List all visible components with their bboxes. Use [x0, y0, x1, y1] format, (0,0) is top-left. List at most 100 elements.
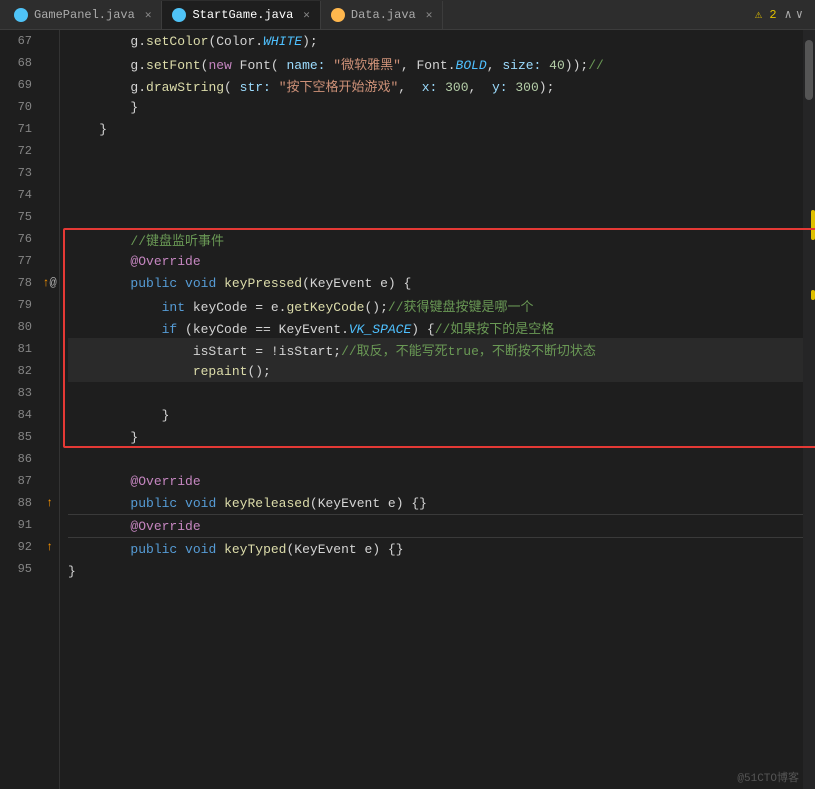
- gutter-row: 86: [0, 448, 59, 470]
- line-number: 85: [0, 430, 40, 444]
- code-line: g.setColor(Color.WHITE);: [68, 30, 803, 52]
- code-text: }: [130, 430, 138, 445]
- line-number: 81: [0, 342, 40, 356]
- gutter-row: 88 ↑: [0, 492, 59, 514]
- indent: [68, 56, 130, 71]
- line-number: 88: [0, 496, 40, 510]
- code-line: @Override: [68, 515, 803, 537]
- gutter-row: 74: [0, 184, 59, 206]
- code-text: @Override: [130, 254, 200, 269]
- nav-down-arrow[interactable]: ∨: [796, 7, 803, 22]
- code-line: g.drawString( str: "按下空格开始游戏", x: 300, y…: [68, 74, 803, 96]
- line-number: 76: [0, 232, 40, 246]
- gutter-row: 83: [0, 382, 59, 404]
- line-number: 70: [0, 100, 40, 114]
- indent: [68, 78, 130, 93]
- line-number: 82: [0, 364, 40, 378]
- code-text: public void keyPressed(KeyEvent e) {: [130, 276, 411, 291]
- indent: [68, 542, 130, 557]
- code-text: @Override: [130, 474, 200, 489]
- line-number: 68: [0, 56, 40, 70]
- gutter-row: 80: [0, 316, 59, 338]
- gutter-row: 78↑@: [0, 272, 59, 294]
- line-number: 87: [0, 474, 40, 488]
- code-text: }: [130, 100, 138, 115]
- line-number: 95: [0, 562, 40, 576]
- code-line: int keyCode = e.getKeyCode();//获得键盘按键是哪一…: [68, 294, 803, 316]
- code-line: }: [68, 118, 803, 140]
- code-text: @Override: [130, 519, 200, 534]
- code-line: public void keyTyped(KeyEvent e) {}: [68, 538, 803, 560]
- gutter-row: 68: [0, 52, 59, 74]
- indent: [68, 122, 99, 137]
- line-number: 77: [0, 254, 40, 268]
- nav-up-arrow[interactable]: ∧: [785, 7, 792, 22]
- tab-close-gamepanel[interactable]: ✕: [145, 8, 152, 22]
- tab-close-startgame[interactable]: ✕: [303, 8, 310, 22]
- gutter-row: 87: [0, 470, 59, 492]
- tab-data[interactable]: Data.java ✕: [321, 1, 443, 29]
- code-text: repaint();: [193, 364, 271, 379]
- code-line: [68, 382, 803, 404]
- gutter-row: 70: [0, 96, 59, 118]
- gutter-row: 95: [0, 558, 59, 580]
- code-text: if (keyCode == KeyEvent.VK_SPACE) {//如果按…: [162, 318, 555, 337]
- indent: [68, 474, 130, 489]
- code-text: }: [68, 564, 76, 579]
- line-number: 80: [0, 320, 40, 334]
- gutter-row: 71: [0, 118, 59, 140]
- code-line: [68, 162, 803, 184]
- code-line: isStart = !isStart;//取反，不能写死true，不断按不断切状…: [68, 338, 803, 360]
- code-content[interactable]: g.setColor(Color.WHITE); g.setFont(new F…: [60, 30, 803, 789]
- indent: [68, 408, 162, 423]
- tab-gamepanel[interactable]: GamePanel.java ✕: [4, 1, 162, 29]
- toolbar-right: ⚠ 2 ∧ ∨: [755, 7, 811, 22]
- nav-arrows[interactable]: ∧ ∨: [785, 7, 803, 22]
- code-text: int keyCode = e.getKeyCode();//获得键盘按键是哪一…: [162, 296, 534, 315]
- gutter-row: 67: [0, 30, 59, 52]
- scrollbar[interactable]: [803, 30, 815, 789]
- tab-startgame[interactable]: StartGame.java ✕: [162, 1, 320, 29]
- tab-icon-startgame: [172, 8, 186, 22]
- code-line: @Override: [68, 250, 803, 272]
- tab-icon-gamepanel: [14, 8, 28, 22]
- code-line: [68, 140, 803, 162]
- watermark: @51CTO博客: [737, 769, 799, 785]
- gutter-row: 75: [0, 206, 59, 228]
- indent: [68, 232, 130, 247]
- code-line: }: [68, 560, 803, 582]
- line-number: 83: [0, 386, 40, 400]
- gutter-icon-area: ↑: [40, 540, 59, 554]
- warning-badge: ⚠ 2: [755, 7, 777, 22]
- code-line: //键盘监听事件: [68, 228, 803, 250]
- gutter-icon-area: ↑: [40, 496, 59, 510]
- line-number: 72: [0, 144, 40, 158]
- indent: [68, 320, 162, 335]
- code-text: }: [99, 122, 107, 137]
- scrollbar-thumb[interactable]: [805, 40, 813, 100]
- tab-close-data[interactable]: ✕: [426, 8, 433, 22]
- code-area: 676869707172737475767778↑@79808182838485…: [0, 30, 815, 789]
- indent: [68, 496, 130, 511]
- tab-label-data: Data.java: [351, 8, 416, 22]
- gutter-row: 84: [0, 404, 59, 426]
- code-line: }: [68, 404, 803, 426]
- code-line: public void keyPressed(KeyEvent e) {: [68, 272, 803, 294]
- indent: [68, 342, 193, 357]
- gutter-row: 91: [0, 514, 59, 536]
- code-line: [68, 448, 803, 470]
- gutter-row: 92↑: [0, 536, 59, 558]
- code-line: }: [68, 426, 803, 448]
- indent: [68, 298, 162, 313]
- code-text: g.drawString( str: "按下空格开始游戏", x: 300, y…: [130, 76, 554, 95]
- code-line: if (keyCode == KeyEvent.VK_SPACE) {//如果按…: [68, 316, 803, 338]
- tab-label-gamepanel: GamePanel.java: [34, 8, 135, 22]
- gutter-row: 79: [0, 294, 59, 316]
- up-arrow-icon: ↑: [46, 496, 53, 510]
- yellow-indicator: [811, 210, 815, 240]
- gutter-row: 85: [0, 426, 59, 448]
- at-icon: @: [50, 276, 57, 290]
- gutter-row: 73: [0, 162, 59, 184]
- gutter-row: 81: [0, 338, 59, 360]
- indent: [68, 254, 130, 269]
